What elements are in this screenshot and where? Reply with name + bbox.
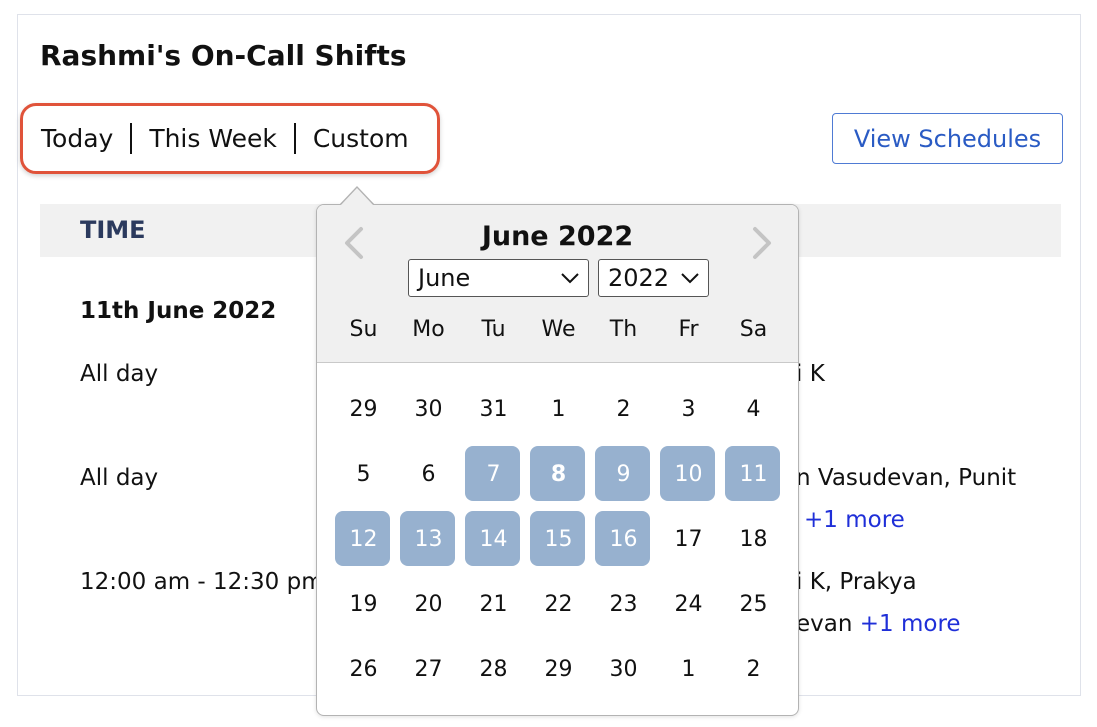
date-picker-popover: June 2022 June 2022 Su Mo Tu We Th Fr Sa [316,204,799,716]
calendar-week-row: 12 13 14 15 16 17 18 [331,507,786,572]
calendar-month-title: June 2022 [481,221,634,252]
calendar-day[interactable]: 1 [526,377,591,442]
weekday-label: Sa [739,317,768,342]
calendar-day[interactable]: 22 [526,572,591,637]
calendar-day[interactable]: 26 [331,637,396,702]
shift-people: i K [796,361,825,387]
calendar-day[interactable]: 6 [396,442,461,507]
calendar-day-in-range[interactable]: 11 [721,442,786,507]
view-schedules-button[interactable]: View Schedules [832,113,1063,164]
chevron-down-icon [561,273,579,284]
popover-arrow-fill [340,188,374,206]
calendar-day-outside-month[interactable]: 1 [656,637,721,702]
calendar-day-in-range[interactable]: 15 [526,507,591,572]
calendar-day-in-range[interactable]: 14 [461,507,526,572]
calendar-day[interactable]: 4 [721,377,786,442]
calendar-day[interactable]: 17 [656,507,721,572]
calendar-day[interactable]: 27 [396,637,461,702]
weekday-label: Su [349,317,378,342]
calendar-day[interactable]: 18 [721,507,786,572]
calendar-week-row: 29 30 31 1 2 3 4 [331,377,786,442]
calendar-day-in-range[interactable]: 12 [331,507,396,572]
calendar-day[interactable]: 19 [331,572,396,637]
page-title: Rashmi's On-Call Shifts [40,39,407,72]
calendar-day-grid: 29 30 31 1 2 3 4 5 6 7 8 9 10 11 12 13 1… [331,377,786,702]
calendar-day[interactable]: 2 [591,377,656,442]
range-today-option[interactable]: Today [41,124,113,153]
month-select[interactable]: June [408,259,589,297]
separator [130,123,133,154]
calendar-day-range-start[interactable]: 7 [461,442,526,507]
calendar-day[interactable]: 23 [591,572,656,637]
calendar-day[interactable]: 24 [656,572,721,637]
calendar-day-in-range[interactable]: 9 [591,442,656,507]
weekday-label: We [541,317,576,342]
calendar-day-outside-month[interactable]: 30 [396,377,461,442]
chevron-right-icon [753,227,771,259]
calendar-week-row: 26 27 28 29 30 1 2 [331,637,786,702]
more-people-link[interactable]: +1 more [860,611,961,637]
shift-time: All day [80,465,159,491]
calendar-day[interactable]: 3 [656,377,721,442]
calendar-day-today[interactable]: 8 [526,442,591,507]
calendar-week-row: 5 6 7 8 9 10 11 [331,442,786,507]
calendar-day-outside-month[interactable]: 2 [721,637,786,702]
weekday-label: Th [609,317,638,342]
calendar-day[interactable]: 29 [526,637,591,702]
shift-time: 12:00 am - 12:30 pm [80,569,324,595]
range-this-week-option[interactable]: This Week [149,124,277,153]
calendar-day[interactable]: 25 [721,572,786,637]
range-custom-option[interactable]: Custom [313,124,409,153]
calendar-day[interactable]: 5 [331,442,396,507]
calendar-day[interactable]: 20 [396,572,461,637]
calendar-day-in-range[interactable]: 10 [656,442,721,507]
shift-people-continued: evan +1 more [796,611,961,637]
chevron-down-icon [681,273,699,284]
more-people-link[interactable]: +1 more [804,507,905,533]
shift-people: n Vasudevan, Punit [796,465,1017,491]
year-select-value: 2022 [608,264,670,292]
calendar-day-range-end[interactable]: 16 [591,507,656,572]
calendar-day[interactable]: 21 [461,572,526,637]
time-column-header: TIME [80,216,146,244]
separator [293,123,296,154]
date-picker-header: June 2022 June 2022 Su Mo Tu We Th Fr Sa [317,205,798,363]
calendar-day[interactable]: 30 [591,637,656,702]
weekday-label: Mo [412,317,445,342]
next-month-button[interactable] [747,223,777,263]
calendar-week-row: 19 20 21 22 23 24 25 [331,572,786,637]
date-heading: 11th June 2022 [80,298,277,324]
year-select[interactable]: 2022 [598,259,709,297]
date-range-selector: Today This Week Custom [20,103,440,174]
calendar-day[interactable]: 28 [461,637,526,702]
weekday-label: Tu [481,317,506,342]
shift-people: i K, Prakya [796,569,917,595]
weekday-label: Fr [678,317,699,342]
weekday-header-row: Su Mo Tu We Th Fr Sa [331,317,786,342]
month-select-value: June [418,264,471,292]
calendar-day-outside-month[interactable]: 29 [331,377,396,442]
calendar-day-outside-month[interactable]: 31 [461,377,526,442]
calendar-day-in-range[interactable]: 13 [396,507,461,572]
shift-time: All day [80,361,159,387]
